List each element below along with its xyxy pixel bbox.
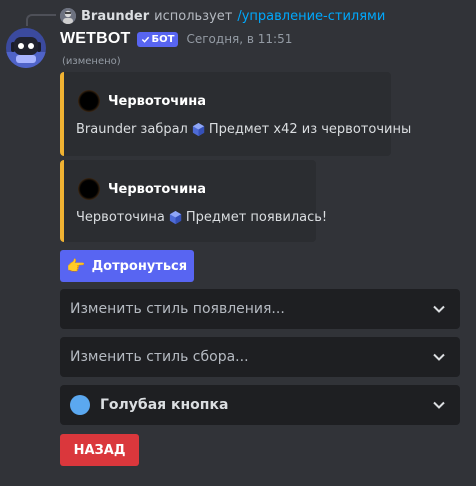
edited-marker: (изменено): [62, 56, 121, 67]
verified-check-icon: [141, 36, 149, 43]
embed-author-name: Червоточина: [108, 181, 207, 197]
chevron-down-icon: [433, 401, 445, 409]
bot-avatar[interactable]: [6, 28, 46, 68]
embed-item-taken: Червоточина Braunder забрал Предмет x42 …: [60, 72, 411, 156]
back-button[interactable]: НАЗАД: [60, 434, 139, 466]
embed-desc-suffix: Предмет появилась!: [185, 210, 328, 225]
embed-author: Червоточина: [78, 90, 206, 112]
collect-style-placeholder: Изменить стиль сбора...: [70, 349, 249, 365]
touch-button[interactable]: 👉 Дотронуться: [60, 250, 194, 282]
blue-circle-icon: [70, 395, 90, 415]
chevron-down-icon: [433, 353, 445, 361]
message-timestamp[interactable]: Сегодня, в 11:51: [186, 32, 292, 46]
embed-description: Braunder забрал Предмет x42 из червоточи…: [76, 122, 411, 137]
back-button-label: НАЗАД: [73, 442, 126, 458]
button-color-select[interactable]: Голубая кнопка: [60, 385, 460, 425]
embed-author: Червоточина: [78, 178, 206, 200]
cube-icon: [192, 122, 204, 137]
message-header: WETBOT БОТ Сегодня, в 11:51: [60, 29, 292, 49]
embed-author-name: Червоточина: [108, 93, 207, 109]
cube-icon: [169, 210, 182, 225]
spawn-style-placeholder: Изменить стиль появления...: [70, 301, 285, 317]
pointing-hand-icon: 👉: [66, 256, 86, 275]
bot-tag-label: БОТ: [151, 33, 175, 45]
bot-tag: БОТ: [136, 31, 179, 47]
bot-username[interactable]: WETBOT: [60, 30, 131, 48]
chevron-down-icon: [433, 305, 445, 313]
button-color-value: Голубая кнопка: [100, 397, 229, 413]
embed-desc-suffix: Предмет x42 из червоточины: [208, 122, 412, 137]
wormhole-icon: [78, 178, 100, 200]
collect-style-select[interactable]: Изменить стиль сбора...: [60, 337, 460, 377]
reply-reference[interactable]: Braunder использует /управление-стилями: [60, 6, 385, 26]
wormhole-icon: [78, 90, 100, 112]
reply-connector: [26, 14, 56, 26]
reply-action: использует: [154, 8, 233, 24]
reply-user-avatar[interactable]: [60, 8, 76, 24]
reply-command[interactable]: /управление-стилями: [237, 9, 385, 24]
embed-item-appeared: Червоточина Червоточина Предмет появилас…: [60, 160, 327, 242]
embed-description: Червоточина Предмет появилась!: [76, 210, 327, 225]
embed-desc-prefix: Червоточина: [76, 210, 165, 225]
embed-desc-prefix: Braunder забрал: [76, 122, 188, 137]
touch-button-label: Дотронуться: [91, 258, 188, 274]
spawn-style-select[interactable]: Изменить стиль появления...: [60, 289, 460, 329]
reply-author[interactable]: Braunder: [81, 9, 149, 24]
